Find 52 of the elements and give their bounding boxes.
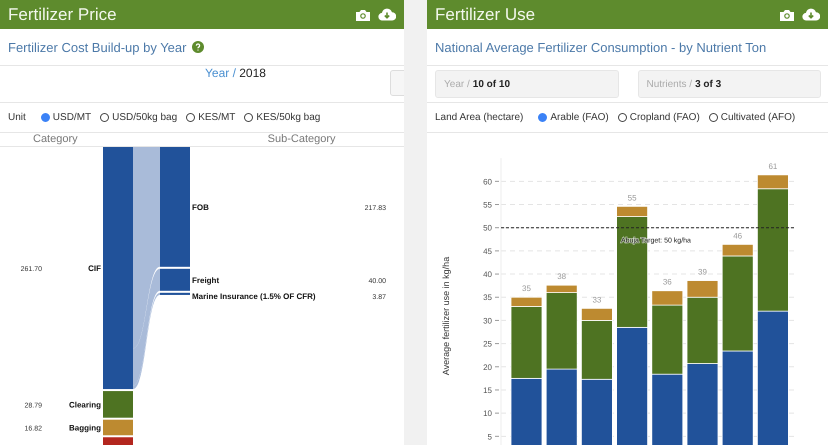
help-icon[interactable]: [192, 41, 204, 53]
bar-value-label: 33: [592, 295, 602, 304]
axis-tick-label: 15: [483, 386, 492, 395]
axis-tick-label: 45: [483, 246, 492, 256]
camera-icon[interactable]: [355, 8, 371, 22]
axis-tick-label: 10: [483, 409, 492, 418]
axis-tick-label: 40: [483, 270, 492, 280]
column-header: Category: [33, 133, 78, 146]
axis-tick-label: 30: [483, 316, 492, 326]
panel-title: Fertilizer Use: [435, 4, 536, 24]
column-header: Sub-Category: [268, 133, 336, 146]
axis-tick-label: 55: [483, 200, 492, 210]
unit-label: Unit: [8, 112, 26, 123]
land-area-radio[interactable]: Cultivated (AFO): [708, 112, 796, 123]
node-label: Marine Insurance (1.5% OF CFR): [192, 292, 316, 301]
node-label: Freight: [192, 276, 220, 285]
node-label: CIF: [88, 264, 101, 274]
node-label: FOB: [192, 202, 209, 212]
land-area-radio[interactable]: Arable (FAO): [538, 112, 609, 123]
axis-tick-label: 20: [483, 362, 492, 372]
axis-tick-label: 60: [483, 177, 492, 186]
node-label: Clearing: [68, 400, 101, 410]
sankey-node: [160, 292, 190, 295]
filter-dropdown[interactable]: Year / 10 of 10: [435, 70, 618, 98]
axis-tick-label: 5: [488, 432, 492, 442]
filter-dropdown[interactable]: Nutrients / 3 of 3: [638, 70, 821, 98]
year-selector[interactable]: Year / 2018: [205, 66, 266, 80]
node-label: Bagging: [69, 423, 101, 432]
bar-value-label: 55: [628, 193, 637, 202]
unit-radio[interactable]: USD/50kg bag: [100, 112, 178, 123]
unit-radio[interactable]: KES/50kg bag: [244, 112, 320, 123]
cloud-download-icon[interactable]: [802, 8, 820, 21]
sankey-node: [160, 268, 190, 291]
chart-title: Fertilizer Cost Build-up by Year: [8, 40, 186, 54]
axis-tick-label: 35: [483, 293, 492, 302]
camera-icon[interactable]: [779, 8, 795, 22]
land-area-label: Land Area (hectare): [435, 112, 524, 123]
chart-title: National Average Fertilizer Consumption - by Nutrient Ton: [435, 40, 766, 54]
axis-tick-label: 50: [483, 224, 492, 233]
land-area-radio[interactable]: Cropland (FAO): [618, 112, 700, 123]
axis-tick-label: 25: [483, 340, 492, 349]
bar-value-label: 38: [557, 272, 566, 282]
axis-title: Average fertilizer use in kg/ha: [441, 256, 451, 376]
bar-value-label: 39: [698, 268, 707, 277]
unit-radio[interactable]: KES/MT: [186, 112, 236, 123]
cloud-download-icon[interactable]: [378, 8, 396, 21]
unit-radio[interactable]: USD/MT: [40, 112, 92, 123]
bar-value-label: 46: [733, 231, 742, 240]
bar-value-label: 36: [662, 278, 672, 287]
bar-value-label: 61: [768, 162, 778, 171]
bar-value-label: 35: [522, 284, 531, 294]
panel-title: Fertilizer Price: [8, 4, 117, 24]
